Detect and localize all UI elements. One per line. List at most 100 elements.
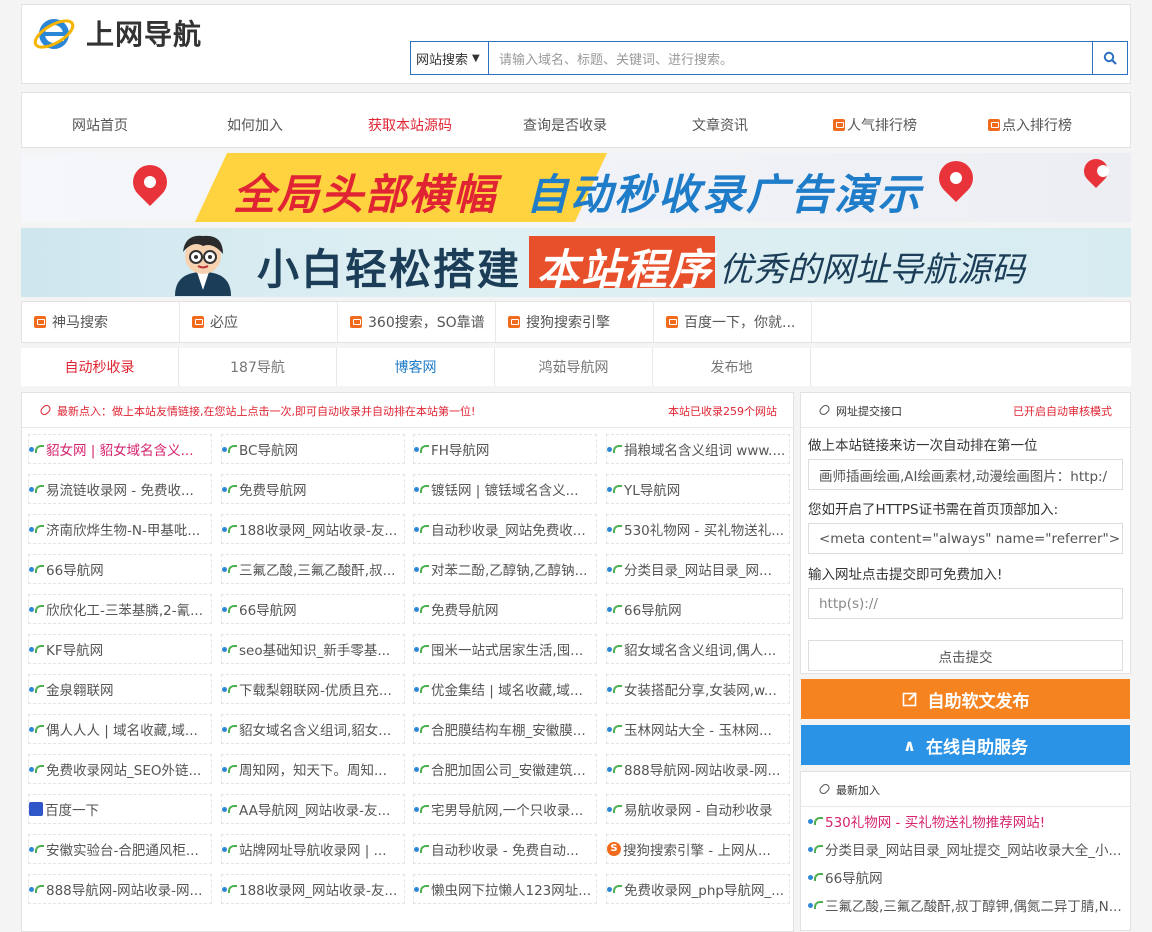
site-link[interactable]: 下载梨翱联网-优质且充... [221,674,405,704]
site-link[interactable]: 宅男导航网,一个只收录... [413,794,597,824]
site-link[interactable]: 免费导航网 [413,594,597,624]
quick-link-item[interactable]: 必应 [180,302,338,342]
site-link[interactable]: 66导航网 [28,554,212,584]
friend-link-item[interactable]: 博客网 [337,348,495,386]
site-link[interactable]: 免费导航网 [221,474,405,504]
latest-item[interactable]: 530礼物网 - 买礼物送礼物推荐网站! [808,811,1126,831]
site-link[interactable]: 合肥加固公司_安徽建筑... [413,754,597,784]
site-link[interactable]: 欣欣化工-三苯基膦,2-氰... [28,594,212,624]
site-link[interactable]: 偶人人人 | 域名收藏,域... [28,714,212,744]
search-type-label: 网站搜索 [416,52,469,68]
referrer-code-field[interactable]: <meta content="always" name="referrer"> [808,523,1123,554]
site-link[interactable]: 懒虫网下拉懒人123网址... [413,874,597,904]
nav-item-label: 人气排行榜 [847,118,917,134]
site-link[interactable]: 捐粮域名含义组词 www.... [606,434,790,464]
site-link[interactable]: 分类目录_网站目录_网... [606,554,790,584]
site-link[interactable]: 自动秒收录 - 免费自动... [413,834,597,864]
latest-item[interactable]: 分类目录_网站目录_网址提交_网站收录大全_小... [808,839,1126,859]
map-pin-icon [931,153,981,203]
site-link[interactable]: 免费收录网_php导航网_... [606,874,790,904]
site-link[interactable]: 易流链收录网 - 免费收... [28,474,212,504]
nav-item[interactable]: 点入排行榜 [988,115,1072,135]
ie-logo-icon[interactable] [32,11,76,55]
header-ad-banner[interactable]: 全局头部横幅 自动秒收录广告演示 [21,153,1131,222]
friend-link-item[interactable]: 自动秒收录 [21,348,179,386]
nav-item[interactable]: 如何加入 [227,115,283,135]
site-favicon-icon [808,872,823,882]
site-list-header: 最新点入：做上本站友情链接,在您站上点击一次,即可自动收录并自动排在本站第一位!… [22,393,793,428]
site-link-label: 欣欣化工-三苯基膦,2-氰... [46,603,203,619]
map-pin-icon [1079,154,1113,188]
site-link[interactable]: AA导航网_网站收录-友... [221,794,405,824]
site-link[interactable]: 530礼物网 - 买礼物送礼... [606,514,790,544]
friend-link-item[interactable]: 发布地 [653,348,811,386]
url-input[interactable]: http(s):// [808,588,1123,619]
site-link-label: 女装搭配分享,女装网,w... [624,683,777,699]
site-link[interactable]: S 搜狗搜索引擎 - 上网从... [606,834,790,864]
publish-article-button[interactable]: 自助软文发布 [801,679,1130,719]
quick-link-item[interactable]: 神马搜索 [22,302,180,342]
submit-button[interactable]: 点击提交 [808,640,1123,671]
site-link[interactable]: 站牌网址导航收录网 | ... [221,834,405,864]
site-link[interactable]: 镀铥网 | 镀铥域名含义... [413,474,597,504]
quick-link-item[interactable]: 360搜索，SO靠谱 [338,302,496,342]
nav-item[interactable]: 文章资讯 [692,115,748,135]
site-link[interactable]: KF导航网 [28,634,212,664]
site-link[interactable]: YL导航网 [606,474,790,504]
site-link[interactable]: 66导航网 [221,594,405,624]
site-link[interactable]: 优金集结 | 域名收藏,域... [413,674,597,704]
site-link[interactable]: 女装搭配分享,女装网,w... [606,674,790,704]
site-link[interactable]: 貂女域名含义组词,貂女... [221,714,405,744]
quick-link-item[interactable]: 百度一下，你就... [654,302,812,342]
site-link[interactable]: 济南欣烨生物-N-甲基吡... [28,514,212,544]
site-link[interactable]: FH导航网 [413,434,597,464]
site-link[interactable]: 周知网，知天下。周知... [221,754,405,784]
site-link-label: KF导航网 [46,643,104,659]
link-code-field[interactable]: 画师插画绘画,AI绘画素材,动漫绘画图片：http:/ [808,459,1123,490]
site-link[interactable]: 玉林网站大全 - 玉林网... [606,714,790,744]
site-link-label: 免费导航网 [239,483,307,499]
nav-item[interactable]: 查询是否收录 [523,115,607,135]
site-link[interactable]: BC导航网 [221,434,405,464]
friend-link-item[interactable]: 187导航 [179,348,337,386]
site-link[interactable]: 百度一下 [28,794,212,824]
search-button[interactable] [1092,42,1127,74]
site-link[interactable]: 貂女域名含义组词,偶人... [606,634,790,664]
site-link[interactable]: 免费收录网站_SEO外链... [28,754,212,784]
site-link-label: 周知网，知天下。周知... [239,763,387,779]
source-code-banner[interactable]: 小白轻松搭建 本站程序 优秀的网址导航源码 [21,228,1131,297]
site-link[interactable]: 自动秒收录_网站免费收... [413,514,597,544]
site-favicon-icon [414,884,429,894]
site-link[interactable]: 888导航网-网站收录-网... [606,754,790,784]
nav-item-label: 点入排行榜 [1002,118,1072,134]
site-link[interactable]: 囤米一站式居家生活,囤... [413,634,597,664]
search-input[interactable]: 请输入域名、标题、关键词、进行搜索。 [489,42,1092,74]
site-link[interactable]: 易航收录网 - 自动秒收录 [606,794,790,824]
search-type-select[interactable]: 网站搜索 ▼ [411,42,489,74]
site-link[interactable]: 188收录网_网站收录-友... [221,514,405,544]
site-link[interactable]: 三氟乙酸,三氟乙酸酐,叔... [221,554,405,584]
site-link[interactable]: 对苯二酚,乙醇钠,乙醇钠... [413,554,597,584]
quick-link-label: 搜狗搜索引擎 [526,315,610,331]
instruction-line-3: 输入网址点击提交即可免费加入! [808,567,1003,583]
site-link[interactable]: seo基础知识_新手零基... [221,634,405,664]
latest-item[interactable]: 66导航网 [808,867,1126,887]
nav-item[interactable]: 人气排行榜 [833,115,917,135]
latest-item[interactable]: 三氟乙酸,三氟乙酸酐,叔丁醇钾,偶氮二异丁腈,N... [808,895,1126,915]
nav-item[interactable]: 网站首页 [72,115,128,135]
site-link-label: 貂女域名含义组词,偶人... [624,643,777,659]
site-link[interactable]: 安徽实验台-合肥通风柜... [28,834,212,864]
banner-text-dark: 小白轻松搭建 [257,245,522,294]
site-link[interactable]: 888导航网-网站收录-网... [28,874,212,904]
site-link[interactable]: 188收录网_网站收录-友... [221,874,405,904]
site-link[interactable]: 合肥膜结构车棚_安徽膜... [413,714,597,744]
online-service-button[interactable]: ∧ 在线自助服务 [801,725,1130,765]
site-link[interactable]: 金泉翱联网 [28,674,212,704]
site-title[interactable]: 上网导航 [86,13,202,53]
banner-text-blue: 自动秒收录广告演示 [526,170,923,219]
site-link[interactable]: 66导航网 [606,594,790,624]
nav-item[interactable]: 获取本站源码 [368,115,452,135]
site-link[interactable]: 貂女网 | 貂女域名含义... [28,434,212,464]
friend-link-item[interactable]: 鸿茹导航网 [495,348,653,386]
quick-link-item[interactable]: 搜狗搜索引擎 [496,302,654,342]
